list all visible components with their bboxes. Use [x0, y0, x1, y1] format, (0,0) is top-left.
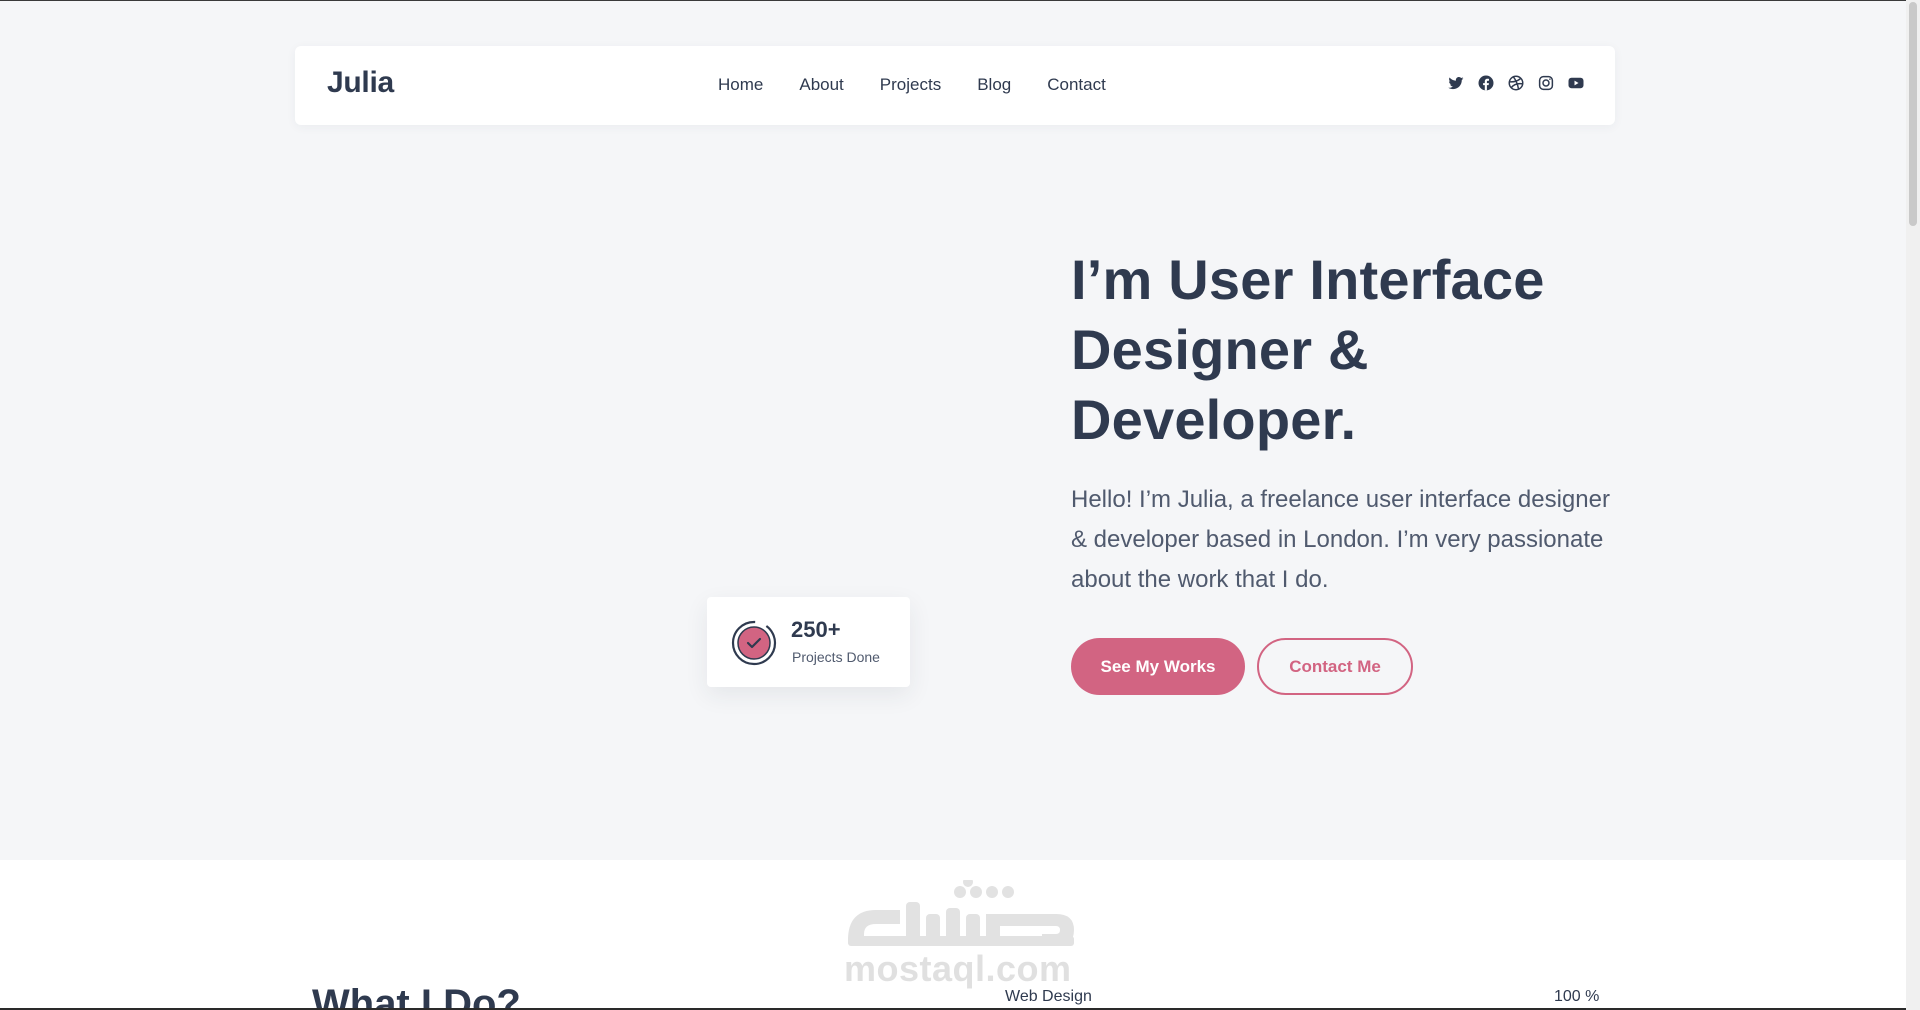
nav-link-projects[interactable]: Projects — [880, 75, 941, 95]
hero-title-line: Developer. — [1071, 388, 1357, 451]
watermark: mostaql.com — [842, 880, 1082, 990]
social-links — [1447, 74, 1585, 92]
scrollbar-thumb[interactable] — [1909, 2, 1917, 226]
site-header: Julia Home About Projects Blog Contact — [295, 46, 1615, 125]
stat-label: Projects Done — [792, 649, 880, 665]
watermark-text: mostaql.com — [844, 948, 1072, 989]
site-logo[interactable]: Julia — [327, 66, 394, 100]
nav-link-home[interactable]: Home — [718, 75, 763, 95]
twitter-icon[interactable] — [1447, 74, 1465, 92]
dribbble-icon[interactable] — [1507, 74, 1525, 92]
contact-me-button[interactable]: Contact Me — [1257, 638, 1413, 695]
hero-title-line: I’m User Interface — [1071, 248, 1545, 311]
hero-title: I’m User Interface Designer & Developer. — [1071, 245, 1631, 455]
page-scrollbar[interactable] — [1906, 0, 1920, 1010]
skill-percent: 100 % — [1554, 988, 1600, 1005]
check-circle-icon — [731, 620, 777, 666]
instagram-icon[interactable] — [1537, 74, 1555, 92]
stat-number: 250+ — [791, 617, 841, 642]
watermark-arabic-logo — [848, 880, 1074, 946]
youtube-icon[interactable] — [1567, 74, 1585, 92]
hero-title-line: Designer & — [1071, 318, 1369, 381]
projects-stat-card: 250+ Projects Done — [707, 597, 910, 687]
nav-link-contact[interactable]: Contact — [1047, 75, 1106, 95]
nav-link-blog[interactable]: Blog — [977, 75, 1011, 95]
window-top-border — [0, 0, 1920, 1]
skill-name: Web Design — [1005, 988, 1092, 1005]
main-navigation: Home About Projects Blog Contact — [718, 75, 1106, 95]
nav-link-about[interactable]: About — [799, 75, 843, 95]
see-my-works-button[interactable]: See My Works — [1071, 638, 1245, 695]
services-title: What I Do? — [312, 982, 521, 1010]
hero-description: Hello! I’m Julia, a freelance user inter… — [1071, 486, 1610, 593]
facebook-icon[interactable] — [1477, 74, 1495, 92]
